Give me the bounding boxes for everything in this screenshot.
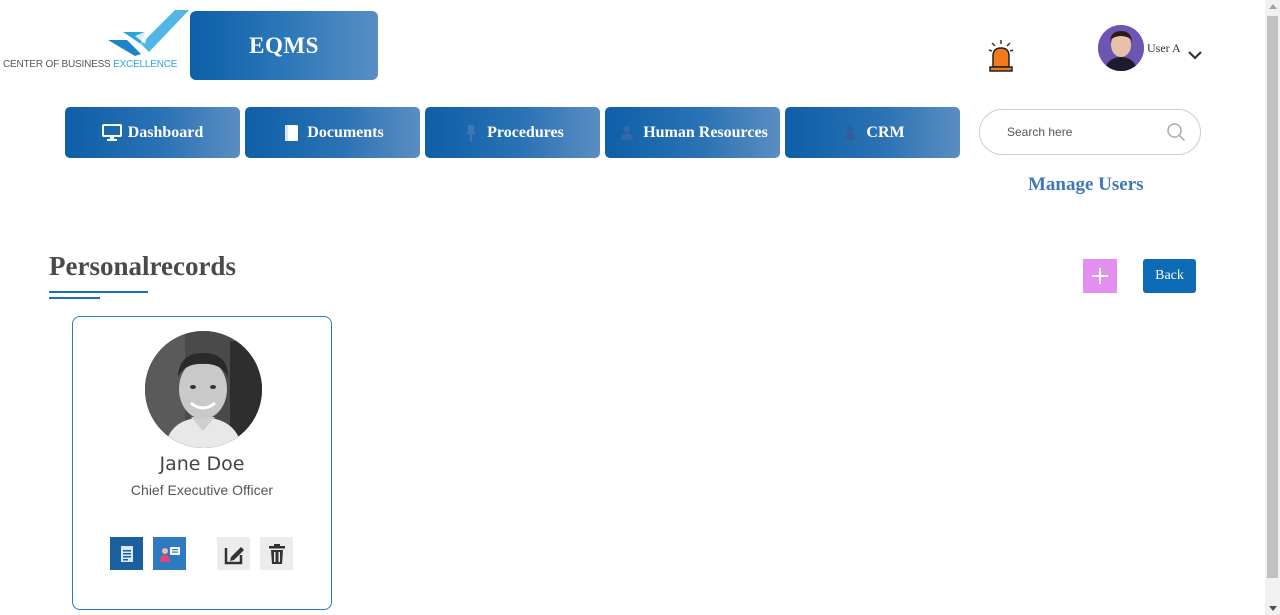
- id-card-icon: [159, 546, 180, 562]
- book-icon: [281, 124, 301, 142]
- record-card: Jane Doe Chief Executive Officer: [72, 316, 332, 610]
- monitor-icon: [101, 124, 122, 142]
- scroll-up-arrow-icon[interactable]: [1269, 4, 1277, 9]
- delete-record-button[interactable]: [260, 537, 293, 570]
- avatar[interactable]: [1098, 25, 1144, 71]
- scroll-thumb[interactable]: [1267, 16, 1278, 578]
- vertical-scrollbar[interactable]: [1265, 0, 1280, 615]
- manage-users-link[interactable]: Manage Users: [1028, 174, 1144, 196]
- plus-icon: [1092, 268, 1108, 284]
- edit-record-button[interactable]: [217, 537, 250, 570]
- logo-text: CENTER OF BUSINESS EXCELLENCE: [3, 59, 178, 70]
- nav-crm[interactable]: CRM: [785, 107, 960, 158]
- search-box: [979, 109, 1201, 155]
- person-icon: [617, 124, 637, 142]
- title-underline: [49, 291, 148, 293]
- record-role: Chief Executive Officer: [130, 482, 274, 498]
- nav-documents[interactable]: Documents: [245, 107, 420, 158]
- back-button[interactable]: Back: [1143, 259, 1196, 293]
- record-actions: [110, 537, 293, 570]
- alarm-icon[interactable]: [988, 40, 1014, 72]
- search-icon[interactable]: [1166, 122, 1186, 142]
- user-name[interactable]: User A: [1147, 41, 1181, 56]
- nav-procedures[interactable]: Procedures: [425, 107, 600, 158]
- edit-icon: [224, 546, 244, 564]
- logo-check-icon: [108, 10, 189, 56]
- company-logo[interactable]: CENTER OF BUSINESS EXCELLENCE: [0, 10, 190, 72]
- add-record-button[interactable]: [1083, 259, 1117, 293]
- pin-icon: [461, 124, 481, 142]
- chevron-down-icon[interactable]: [1188, 50, 1202, 60]
- profile-photo: [145, 331, 262, 448]
- title-underline-short: [49, 297, 100, 299]
- document-icon: [120, 545, 133, 562]
- nav-human-resources[interactable]: Human Resources: [605, 107, 780, 158]
- user-icon: [840, 124, 860, 142]
- main-nav: Dashboard Documents Procedures Human Res…: [65, 107, 960, 158]
- record-name: Jane Doe: [159, 453, 245, 475]
- search-input[interactable]: [1007, 125, 1157, 139]
- scroll-down-arrow-icon[interactable]: [1269, 606, 1277, 611]
- nav-dashboard[interactable]: Dashboard: [65, 107, 240, 158]
- page-title: Personalrecords: [49, 251, 236, 281]
- trash-icon: [268, 543, 285, 564]
- user-menu[interactable]: User A: [1098, 25, 1181, 71]
- view-profile-button[interactable]: [153, 537, 186, 570]
- eqms-home-button[interactable]: EQMS: [190, 11, 378, 80]
- view-document-button[interactable]: [110, 537, 143, 570]
